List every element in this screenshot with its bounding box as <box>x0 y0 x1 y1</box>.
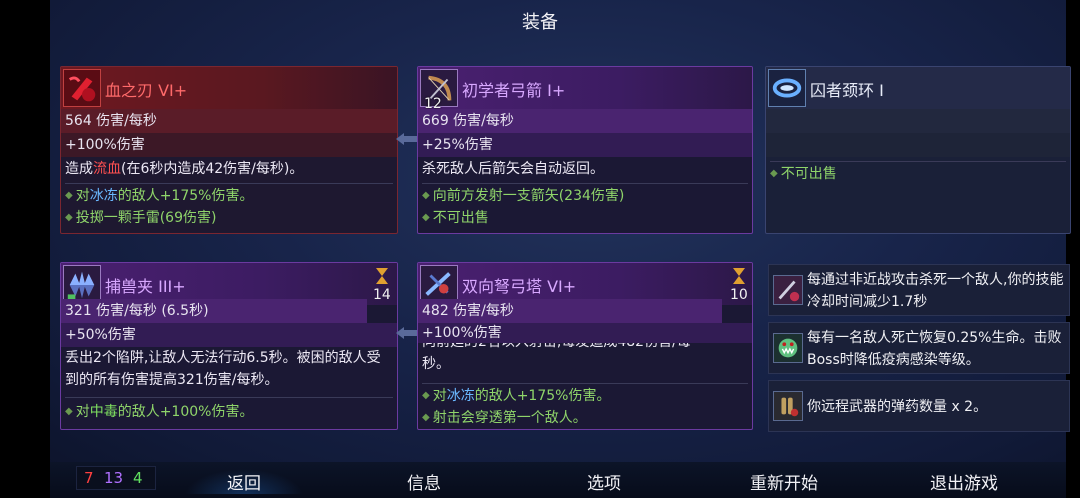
wolf-trap-icon <box>63 265 101 303</box>
mutation-text: 你远程武器的弹药数量 x 2。 <box>807 399 988 415</box>
dps-line: 564 伤害/每秒 <box>61 109 397 133</box>
crossbow-turret-icon <box>420 265 458 303</box>
affix-frozen: ◆ 对冰冻的敌人+175%伤害。 <box>422 388 611 404</box>
card-beginner-bow[interactable]: 12 初学者弓箭 I+ 669 伤害/每秒 +25%伤害 杀死敌人后箭矢会自动返… <box>417 66 753 234</box>
inventory-screen: 装备 血之刃 VI+ 564 伤害/每秒 +100%伤害 造成流血(在6秒内造成… <box>0 0 1080 498</box>
affix-no-sell: ◆ 不可出售 <box>770 166 837 182</box>
mutation-item[interactable]: 每有一名敌人死亡恢复0.25%生命。击败Boss时降低疫病感染等级。 <box>768 322 1070 374</box>
amulet-name: 囚者颈环 I <box>810 81 884 100</box>
card-crossbow-turret[interactable]: 向前延的2名以入射击,每发造成482伤害/每 秒。 双向弩弓塔 VI+ 10 4… <box>417 262 753 430</box>
skill-description: 丢出2个陷阱,让敌人无法行动6.5秒。被困的敌人受到的所有伤害提高321伤害/每… <box>65 350 381 388</box>
card-amulet[interactable]: 囚者颈环 I ◆ 不可出售 <box>765 66 1071 234</box>
weapon-name: 初学者弓箭 I+ <box>462 81 566 100</box>
mutation-text: 每通过非近战攻击杀死一个敌人,你的技能冷却时间减少1.7秒 <box>807 272 1064 310</box>
options-button[interactable]: 选项 <box>544 469 664 494</box>
tactics-count: 13 <box>104 469 124 487</box>
affix-frozen: ◆ 对冰冻的敌人+175%伤害。 <box>65 188 254 204</box>
info-button[interactable]: 信息 <box>364 469 484 494</box>
weapon-name: 血之刃 VI+ <box>105 81 188 100</box>
affix-poisoned: ◆ 对中毒的敌人+100%伤害。 <box>65 404 254 420</box>
affix-pierce: ◆ 射击会穿透第一个敌人。 <box>422 410 587 426</box>
quit-game-button[interactable]: 退出游戏 <box>904 469 1024 494</box>
mutation-item[interactable]: 你远程武器的弹药数量 x 2。 <box>768 380 1070 432</box>
swap-arrow-icon <box>396 133 418 145</box>
monster-heal-icon <box>773 333 803 363</box>
hourglass-icon <box>733 268 745 284</box>
cooldown-value: 10 <box>730 287 748 303</box>
dps-line: 482 伤害/每秒 <box>418 299 722 323</box>
blank-band <box>766 133 1070 157</box>
brutality-count: 7 <box>84 469 94 487</box>
bonus-line: +50%伤害 <box>61 323 397 347</box>
bonus-line: +100%伤害 <box>418 323 752 343</box>
skill-name: 双向弩弓塔 VI+ <box>462 277 577 296</box>
affix-no-sell: ◆ 不可出售 <box>422 210 489 226</box>
bonus-line: +100%伤害 <box>61 133 397 157</box>
blood-blade-icon <box>63 69 101 107</box>
divider <box>770 161 1066 162</box>
ammo-icon <box>773 391 803 421</box>
mutation-item[interactable]: 每通过非近战攻击杀死一个敌人,你的技能冷却时间减少1.7秒 <box>768 264 1070 316</box>
weapon-description: 造成流血(在6秒内造成42伤害/每秒)。 <box>65 161 304 177</box>
mutation-text: 每有一名敌人死亡恢复0.25%生命。击败Boss时降低疫病感染等级。 <box>807 330 1062 368</box>
divider <box>422 183 748 184</box>
restart-button[interactable]: 重新开始 <box>724 469 844 494</box>
divider <box>65 397 393 398</box>
divider <box>65 183 393 184</box>
divider <box>422 383 748 384</box>
cooldown-value: 14 <box>373 287 391 303</box>
bow-icon: 12 <box>420 69 458 112</box>
card-wolf-trap[interactable]: 捕兽夹 III+ 14 321 伤害/每秒 (6.5秒) +50%伤害 丢出2个… <box>60 262 398 430</box>
survival-count: 4 <box>133 469 143 487</box>
page-title: 装备 <box>522 12 558 33</box>
dps-line: 321 伤害/每秒 (6.5秒) <box>61 299 367 323</box>
affix-grenade: ◆ 投掷一颗手雷(69伤害) <box>65 210 217 226</box>
swap-arrow-icon <box>396 327 418 339</box>
bonus-line: +25%伤害 <box>418 133 752 157</box>
affix-arrow-shot: ◆ 向前方发射一支箭矢(234伤害) <box>422 188 625 204</box>
skill-name: 捕兽夹 III+ <box>105 277 186 296</box>
weapon-description: 杀死敌人后箭矢会自动返回。 <box>422 161 604 177</box>
back-button[interactable]: 返回 <box>184 469 304 494</box>
blank-band <box>766 109 1070 133</box>
amulet-icon <box>768 69 806 107</box>
dagger-kill-icon <box>773 275 803 305</box>
card-blood-blade[interactable]: 血之刃 VI+ 564 伤害/每秒 +100%伤害 造成流血(在6秒内造成42伤… <box>60 66 398 234</box>
hourglass-icon <box>376 268 388 284</box>
dps-line: 669 伤害/每秒 <box>418 109 752 133</box>
left-letterbox <box>0 0 50 498</box>
